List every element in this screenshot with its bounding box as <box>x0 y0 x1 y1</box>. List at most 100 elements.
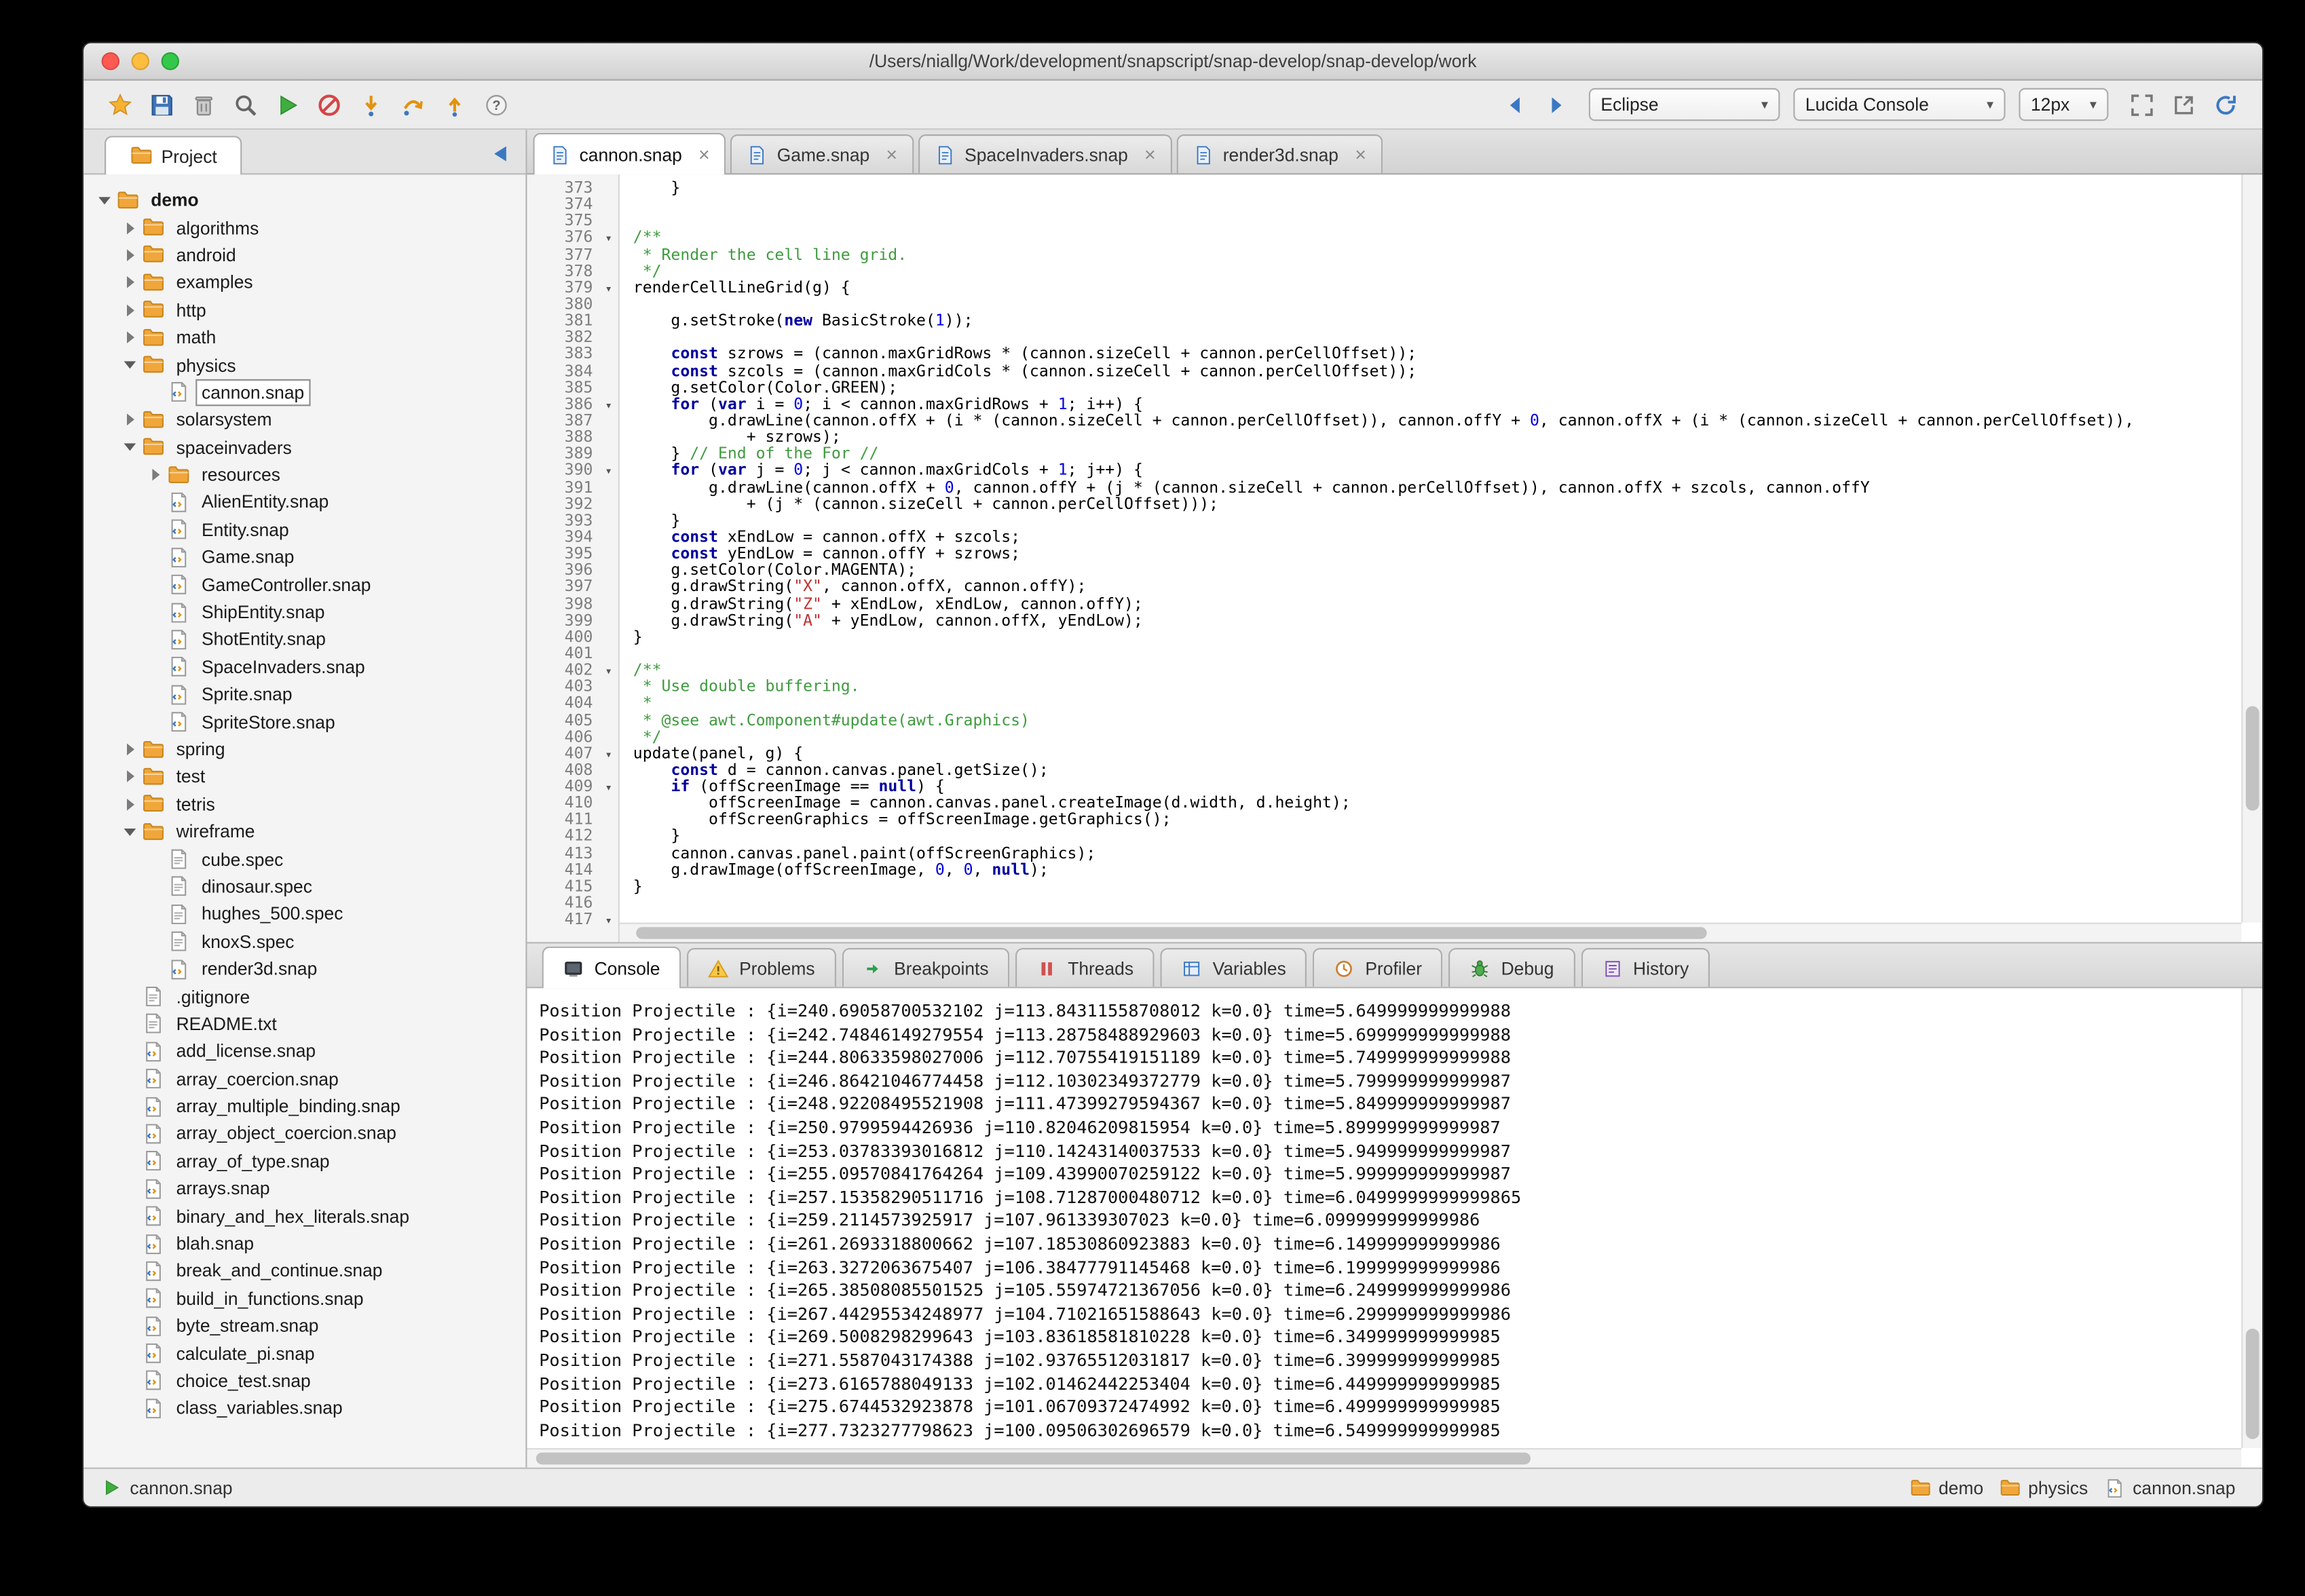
save-button[interactable] <box>143 86 181 124</box>
tree-item[interactable]: add_license.snap <box>83 1038 525 1065</box>
expand-arrow[interactable] <box>121 828 138 835</box>
expand-arrow[interactable] <box>147 469 164 481</box>
close-icon[interactable]: × <box>886 145 897 164</box>
delete-button[interactable] <box>185 86 223 124</box>
back-button[interactable] <box>1496 86 1533 124</box>
tree-item[interactable]: Entity.snap <box>83 516 525 544</box>
tree-item[interactable]: test <box>83 763 525 791</box>
tree-item[interactable]: cube.spec <box>83 846 525 873</box>
expand-arrow[interactable] <box>121 799 138 811</box>
stop-button[interactable] <box>311 86 348 124</box>
tree-item[interactable]: physics <box>83 352 525 379</box>
tree-item[interactable]: binary_and_hex_literals.snap <box>83 1202 525 1230</box>
fold-marker[interactable]: ▾ <box>605 746 612 763</box>
scrollbar-thumb[interactable] <box>2246 706 2260 810</box>
tree-item[interactable]: algorithms <box>83 214 525 241</box>
expand-arrow[interactable] <box>121 304 138 316</box>
run-button[interactable] <box>269 86 306 124</box>
titlebar[interactable]: /Users/niallg/Work/development/snapscrip… <box>83 43 2262 81</box>
editor-tab-spaceinvaders-snap[interactable]: SpaceInvaders.snap× <box>918 134 1172 173</box>
tree-item[interactable]: resources <box>83 461 525 489</box>
close-window-button[interactable] <box>102 52 119 70</box>
breadcrumb-item[interactable]: physics <box>2028 1477 2088 1498</box>
breadcrumb-item[interactable]: demo <box>1938 1477 1983 1498</box>
scrollbar-thumb[interactable] <box>536 1453 1530 1465</box>
tree-item[interactable]: wireframe <box>83 818 525 846</box>
tree-item[interactable]: array_of_type.snap <box>83 1147 525 1175</box>
tree-item[interactable]: arrays.snap <box>83 1175 525 1202</box>
tree-item[interactable]: build_in_functions.snap <box>83 1285 525 1312</box>
tree-item[interactable]: SpriteStore.snap <box>83 708 525 736</box>
close-icon[interactable]: × <box>698 145 710 164</box>
tree-item[interactable]: http <box>83 297 525 324</box>
tree-item[interactable]: Game.snap <box>83 544 525 571</box>
font-select[interactable]: Lucida Console ▾ <box>1793 88 2005 121</box>
project-tab[interactable]: Project <box>105 136 242 174</box>
tree-item[interactable]: math <box>83 324 525 351</box>
fold-marker[interactable]: ▾ <box>605 663 612 680</box>
tree-item[interactable]: calculate_pi.snap <box>83 1340 525 1367</box>
tree-item[interactable]: spring <box>83 736 525 763</box>
tree-item[interactable]: array_coercion.snap <box>83 1065 525 1092</box>
fold-marker[interactable]: ▾ <box>605 397 612 414</box>
console-vertical-scrollbar[interactable] <box>2241 988 2262 1448</box>
favorites-button[interactable] <box>102 86 139 124</box>
tree-item[interactable]: array_multiple_binding.snap <box>83 1092 525 1120</box>
tree-item[interactable]: README.txt <box>83 1010 525 1038</box>
search-button[interactable] <box>227 86 264 124</box>
step-over-button[interactable] <box>394 86 432 124</box>
font-size-select[interactable]: 12px ▾ <box>2019 88 2108 121</box>
tree-item[interactable]: choice_test.snap <box>83 1367 525 1394</box>
console-tab-threads[interactable]: Threads <box>1015 948 1155 987</box>
console-tab-profiler[interactable]: Profiler <box>1313 948 1442 987</box>
editor-horizontal-scrollbar[interactable] <box>620 923 2241 943</box>
tree-item[interactable]: hughes_500.spec <box>83 900 525 928</box>
expand-arrow[interactable] <box>121 332 138 344</box>
expand-arrow[interactable] <box>121 249 138 261</box>
console-tab-breakpoints[interactable]: Breakpoints <box>842 948 1009 987</box>
scrollbar-thumb[interactable] <box>636 927 1706 939</box>
tree-item[interactable]: GameController.snap <box>83 571 525 598</box>
tree-item[interactable]: AlienEntity.snap <box>83 489 525 516</box>
refresh-button[interactable] <box>2207 86 2245 124</box>
minimize-window-button[interactable] <box>132 52 149 70</box>
tree-item[interactable]: SpaceInvaders.snap <box>83 653 525 681</box>
expand-arrow[interactable] <box>121 444 138 451</box>
theme-select[interactable]: Eclipse ▾ <box>1589 88 1780 121</box>
zoom-window-button[interactable] <box>162 52 179 70</box>
expand-arrow[interactable] <box>121 277 138 289</box>
console-tab-variables[interactable]: Variables <box>1161 948 1307 987</box>
fold-marker[interactable]: ▾ <box>605 231 612 248</box>
console-output[interactable]: Position Projectile : {i=240.69058700532… <box>527 988 2262 1467</box>
console-tab-problems[interactable]: Problems <box>687 948 836 987</box>
collapse-sidebar-button[interactable] <box>490 143 511 164</box>
close-icon[interactable]: × <box>1355 145 1366 164</box>
tree-item[interactable]: demo <box>83 187 525 214</box>
tree-item[interactable]: android <box>83 242 525 269</box>
tree-item[interactable]: render3d.snap <box>83 955 525 983</box>
fold-marker[interactable]: ▾ <box>605 280 612 297</box>
tree-item[interactable]: cannon.snap <box>83 379 525 406</box>
help-button[interactable]: ? <box>478 86 515 124</box>
editor-tab-cannon-snap[interactable]: cannon.snap× <box>533 133 726 175</box>
fold-marker[interactable]: ▾ <box>605 463 612 480</box>
console-tab-console[interactable]: Console <box>542 947 681 989</box>
tree-item[interactable]: solarsystem <box>83 406 525 434</box>
tree-item[interactable]: blah.snap <box>83 1230 525 1257</box>
tree-item[interactable]: examples <box>83 269 525 296</box>
console-tab-debug[interactable]: Debug <box>1449 948 1575 987</box>
tree-item[interactable]: ShipEntity.snap <box>83 598 525 626</box>
tree-item[interactable]: tetris <box>83 791 525 818</box>
fullscreen-button[interactable] <box>2123 86 2160 124</box>
tree-item[interactable]: Sprite.snap <box>83 681 525 708</box>
step-into-button[interactable] <box>352 86 390 124</box>
close-icon[interactable]: × <box>1144 145 1156 164</box>
editor-tab-render3d-snap[interactable]: render3d.snap× <box>1177 134 1383 173</box>
tree-item[interactable]: spaceinvaders <box>83 434 525 461</box>
tree-item[interactable]: class_variables.snap <box>83 1394 525 1422</box>
tree-item[interactable]: byte_stream.snap <box>83 1312 525 1340</box>
tree-item[interactable]: .gitignore <box>83 983 525 1010</box>
console-tab-history[interactable]: History <box>1581 948 1710 987</box>
console-horizontal-scrollbar[interactable] <box>527 1448 2242 1468</box>
fold-marker[interactable]: ▾ <box>605 780 612 797</box>
